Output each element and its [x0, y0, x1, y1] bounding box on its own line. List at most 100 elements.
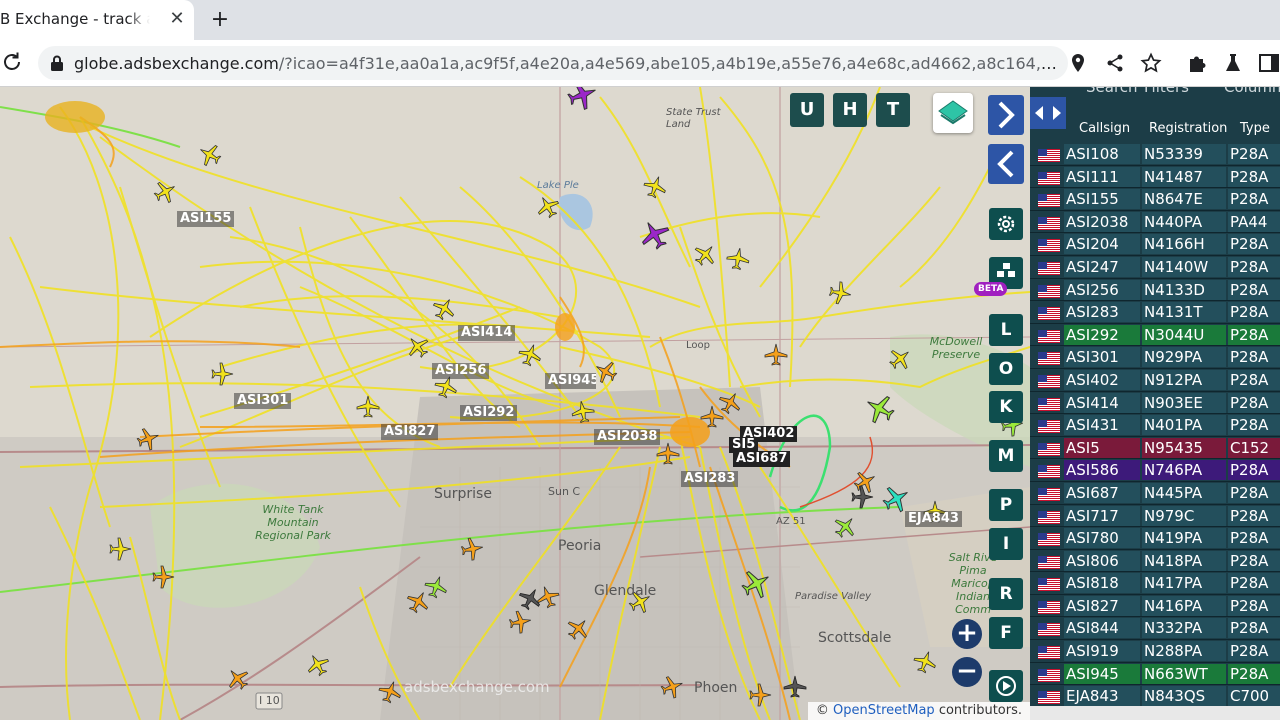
aircraft-label[interactable]: ASI283 — [681, 471, 739, 487]
us-flag-icon — [1038, 465, 1060, 479]
lab-flask-icon[interactable] — [1222, 52, 1244, 74]
p-key-button[interactable]: P — [989, 489, 1023, 521]
table-row[interactable]: ASI717 N979C P28A — [1030, 505, 1280, 528]
aircraft-label[interactable]: ASI256 — [432, 363, 490, 379]
type-cell: C700 — [1230, 687, 1270, 706]
location-pin-icon[interactable] — [1067, 52, 1089, 74]
new-tab-button[interactable]: + — [207, 7, 233, 33]
f-key-button[interactable]: F — [989, 617, 1023, 649]
aircraft-label[interactable]: ASI155 — [177, 211, 235, 227]
aircraft-label[interactable]: ASI292 — [460, 405, 518, 421]
side-panel-icon[interactable] — [1258, 52, 1280, 74]
column-header-type[interactable]: Type — [1240, 121, 1270, 136]
aircraft-label[interactable]: ASI301 — [234, 393, 292, 409]
tab-filters[interactable]: Filters — [1144, 87, 1189, 96]
aircraft-label[interactable]: ASI945 — [545, 373, 596, 389]
share-icon[interactable] — [1104, 52, 1126, 74]
k-key-button[interactable]: K — [989, 391, 1023, 423]
town-label: Surprise — [434, 486, 492, 502]
table-row[interactable]: ASI292 N3044U P28A — [1030, 324, 1280, 347]
us-flag-icon — [1038, 646, 1060, 660]
table-row[interactable]: ASI919 N288PA P28A — [1030, 640, 1280, 663]
u-toggle-button[interactable]: U — [790, 93, 824, 127]
zoom-out-button[interactable]: − — [952, 657, 982, 687]
us-flag-icon — [1038, 442, 1060, 456]
table-row[interactable]: ASI780 N419PA P28A — [1030, 527, 1280, 550]
tab-title: B Exchange - track aircraft live — [0, 10, 150, 28]
next-button[interactable] — [988, 95, 1024, 135]
table-row[interactable]: ASI155 N8647E P28A — [1030, 188, 1280, 211]
r-key-button[interactable]: R — [989, 578, 1023, 610]
table-row[interactable]: ASI2038 N440PA PA44 — [1030, 211, 1280, 234]
table-row[interactable]: ASI687 N445PA P28A — [1030, 482, 1280, 505]
table-row[interactable]: ASI402 N912PA P28A — [1030, 369, 1280, 392]
map-canvas[interactable] — [0, 87, 1030, 720]
callsign-cell: ASI431 — [1066, 416, 1119, 435]
bookmark-star-icon[interactable] — [1140, 52, 1162, 74]
table-row[interactable]: ASI108 N53339 P28A — [1030, 143, 1280, 166]
adsb-watermark: adsbexchange.com — [404, 678, 550, 696]
table-row[interactable]: ASI247 N4140W P28A — [1030, 256, 1280, 279]
town-label: State Trust Land — [666, 107, 721, 130]
type-cell: P28A — [1230, 190, 1269, 209]
callsign-cell: ASI108 — [1066, 145, 1119, 163]
table-row[interactable]: ASI818 N417PA P28A — [1030, 572, 1280, 595]
map-view[interactable]: Surprise Peoria Glendale Scottsdale Phoe… — [0, 87, 1030, 720]
zoom-in-button[interactable]: + — [952, 619, 982, 649]
type-cell: P28A — [1230, 145, 1269, 163]
type-cell: P28A — [1230, 280, 1269, 299]
column-header-registration[interactable]: Registration — [1149, 121, 1227, 136]
aircraft-label[interactable]: EJA843 — [905, 511, 962, 527]
column-header-callsign[interactable]: Callsign — [1079, 121, 1130, 136]
reload-icon[interactable] — [0, 50, 24, 74]
table-row[interactable]: EJA843 N843QS C700 — [1030, 685, 1280, 708]
aircraft-label[interactable]: ASI687 — [733, 451, 791, 467]
address-bar[interactable]: globe.adsbexchange.com/?icao=a4f31e,aa0a… — [38, 46, 1068, 80]
tab-columns[interactable]: Columns — [1224, 87, 1280, 96]
replay-button[interactable] — [989, 670, 1023, 702]
m-key-button[interactable]: M — [989, 440, 1023, 472]
close-tab-icon[interactable]: ✕ — [166, 8, 188, 30]
url-text[interactable]: globe.adsbexchange.com/?icao=a4f31e,aa0a… — [74, 54, 1059, 73]
table-row[interactable]: ASI844 N332PA P28A — [1030, 617, 1280, 641]
type-cell: P28A — [1230, 529, 1269, 548]
table-row[interactable]: ASI586 N746PA P28A — [1030, 459, 1280, 482]
table-row[interactable]: ASI301 N929PA P28A — [1030, 346, 1280, 369]
previous-button[interactable] — [988, 144, 1024, 184]
table-row[interactable]: ASI256 N4133D P28A — [1030, 279, 1280, 302]
aircraft-label[interactable]: ASI2038 — [594, 429, 661, 445]
type-cell: P28A — [1230, 664, 1269, 683]
callsign-cell: ASI204 — [1066, 235, 1119, 254]
callsign-cell: ASI945 — [1066, 664, 1119, 683]
table-row[interactable]: ASI414 N903EE P28A — [1030, 392, 1280, 415]
tab-search[interactable]: Search — [1086, 87, 1138, 96]
lock-icon[interactable] — [50, 55, 64, 71]
table-row[interactable]: ASI111 N41487 P28A — [1030, 166, 1280, 189]
aircraft-label[interactable]: ASI414 — [458, 325, 516, 341]
registration-cell: N912PA — [1144, 370, 1203, 389]
h-toggle-button[interactable]: H — [833, 93, 867, 127]
table-row[interactable]: ASI806 N418PA P28A — [1030, 550, 1280, 573]
us-flag-icon — [1038, 216, 1060, 230]
gear-icon — [997, 215, 1015, 233]
table-row[interactable]: ASI431 N401PA P28A — [1030, 414, 1280, 437]
browser-tab[interactable]: B Exchange - track aircraft live ✕ — [0, 0, 194, 40]
settings-button[interactable] — [989, 208, 1023, 240]
extensions-puzzle-icon[interactable] — [1186, 52, 1208, 74]
i-key-button[interactable]: I — [989, 528, 1023, 560]
table-row[interactable]: ASI827 N416PA P28A — [1030, 595, 1280, 618]
map-layers-button[interactable] — [933, 93, 973, 133]
aircraft-label[interactable]: ASI827 — [381, 424, 439, 440]
horizontal-scrollbar[interactable] — [1030, 706, 1280, 720]
callsign-cell: ASI827 — [1066, 596, 1119, 615]
osm-link[interactable]: OpenStreetMap — [833, 703, 935, 718]
aircraft-table: ASI108 N53339 P28A ASI111 N41487 P28A ASI155 N8… — [1030, 143, 1280, 708]
table-row[interactable]: ASI5 N95435 C152 — [1030, 437, 1280, 460]
l-key-button[interactable]: L — [989, 314, 1023, 346]
registration-cell: N4131T — [1144, 303, 1203, 322]
table-row[interactable]: ASI204 N4166H P28A — [1030, 233, 1280, 256]
t-toggle-button[interactable]: T — [876, 93, 910, 127]
table-row[interactable]: ASI283 N4131T P28A — [1030, 301, 1280, 324]
o-key-button[interactable]: O — [989, 353, 1023, 385]
table-row[interactable]: ASI945 N663WT P28A — [1030, 663, 1280, 686]
